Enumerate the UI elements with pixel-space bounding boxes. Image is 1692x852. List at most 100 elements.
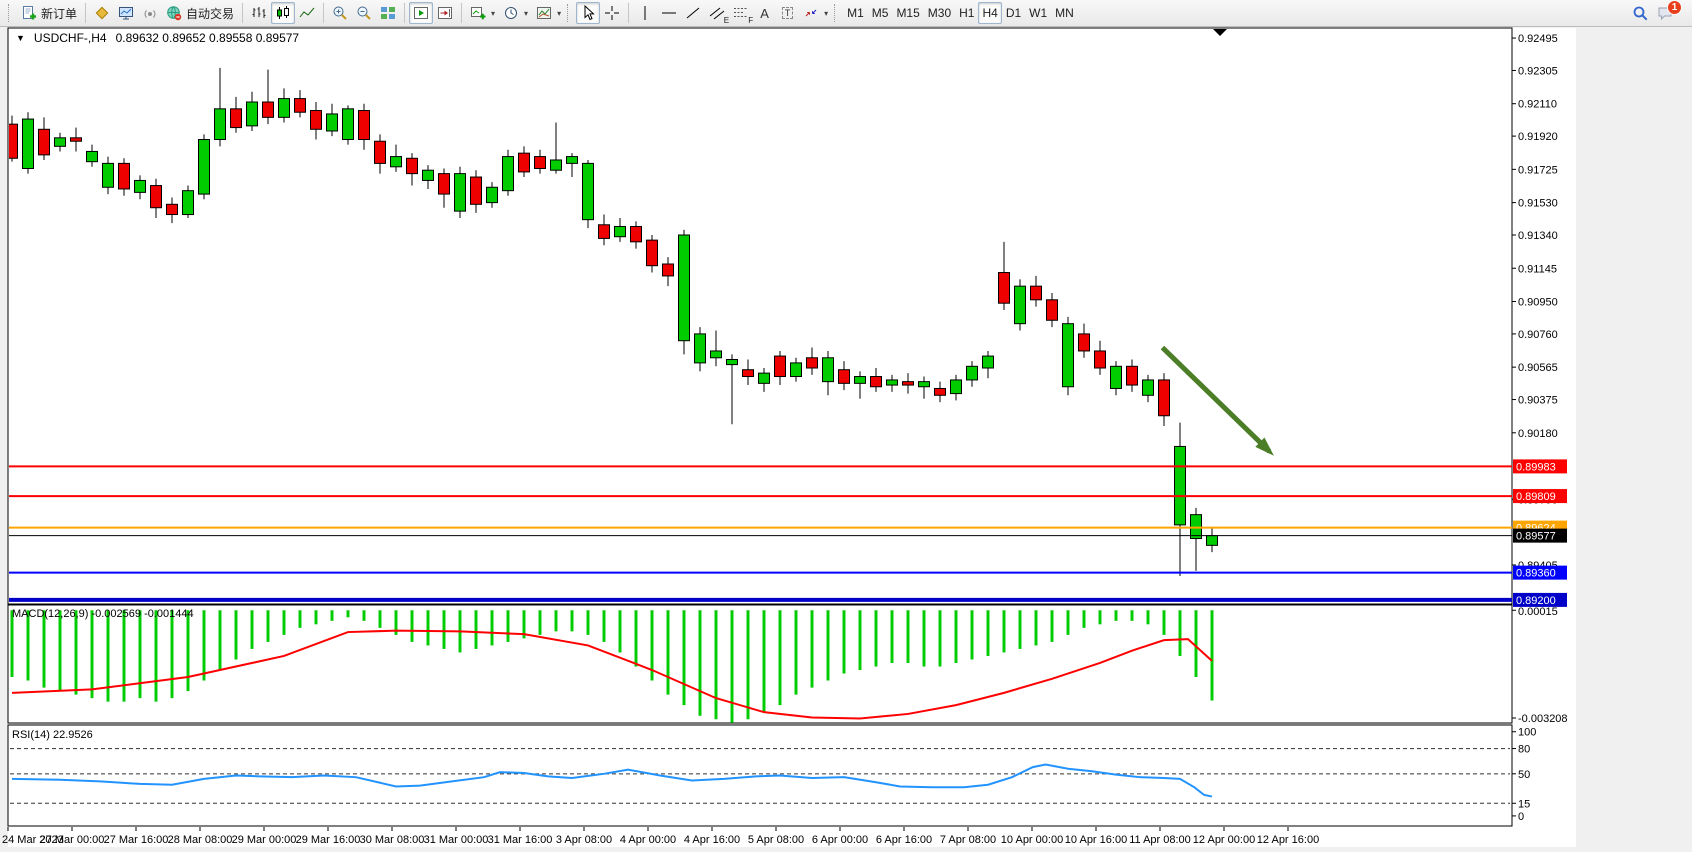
svg-text:0.92110: 0.92110 — [1518, 99, 1557, 111]
svg-text:27 Mar 16:00: 27 Mar 16:00 — [104, 834, 169, 846]
timeframe-label: H4 — [982, 6, 997, 20]
svg-text:0.92305: 0.92305 — [1518, 65, 1558, 77]
equidistant-channel-icon — [709, 5, 725, 21]
text-label-icon: T — [782, 7, 794, 19]
text-tool-icon: A — [760, 6, 769, 21]
svg-text:12 Apr 16:00: 12 Apr 16:00 — [1257, 834, 1319, 846]
svg-text:31 Mar 16:00: 31 Mar 16:00 — [488, 834, 553, 846]
svg-text:0.89809: 0.89809 — [1516, 491, 1556, 503]
toolbar-grip[interactable] — [567, 4, 571, 22]
bar-chart-icon — [251, 5, 267, 21]
chart-shift-icon — [437, 5, 453, 21]
timeframe-h4-button[interactable]: H4 — [978, 2, 1001, 24]
timeframe-label: MN — [1055, 6, 1074, 20]
templates-button[interactable]: ▾ — [532, 2, 565, 24]
channel-tool-button[interactable]: E — [705, 2, 729, 24]
svg-text:6 Apr 00:00: 6 Apr 00:00 — [812, 834, 868, 846]
svg-text:0.90760: 0.90760 — [1518, 329, 1558, 341]
timeframe-label: H1 — [959, 6, 974, 20]
toolbar-grip[interactable] — [834, 4, 838, 22]
svg-text:31 Mar 00:00: 31 Mar 00:00 — [424, 834, 489, 846]
gold-diamond-icon — [94, 5, 110, 21]
svg-text:6 Apr 16:00: 6 Apr 16:00 — [876, 834, 932, 846]
candlestick-mode-button[interactable] — [271, 2, 295, 24]
svg-text:0.89360: 0.89360 — [1516, 568, 1556, 580]
bar-chart-mode-button[interactable] — [247, 2, 271, 24]
autotrading-button[interactable]: 自动交易 — [162, 2, 238, 24]
vertical-line-icon — [637, 5, 653, 21]
search-button[interactable] — [1628, 2, 1653, 24]
tile-windows-icon — [380, 5, 396, 21]
svg-text:100: 100 — [1518, 727, 1536, 739]
timeframe-mn-button[interactable]: MN — [1051, 2, 1078, 24]
chevron-down-icon: ▾ — [524, 9, 528, 18]
auto-scroll-button[interactable] — [409, 2, 433, 24]
horizontal-line-tool-button[interactable] — [657, 2, 681, 24]
chart-canvas[interactable]: 0.924950.923050.921100.919200.917250.915… — [0, 0, 1692, 852]
auto-scroll-icon — [413, 5, 429, 21]
svg-text:0.91530: 0.91530 — [1518, 198, 1558, 210]
timeframe-label: M1 — [847, 6, 864, 20]
line-chart-icon — [299, 5, 315, 21]
trendline-tool-button[interactable] — [681, 2, 705, 24]
autotrading-globe-icon — [166, 5, 182, 21]
arrows-tool-button[interactable]: ▾ — [799, 2, 832, 24]
cursor-tool-button[interactable] — [576, 2, 600, 24]
toolbar-separator — [85, 3, 86, 23]
new-order-button[interactable]: 新订单 — [17, 2, 81, 24]
svg-text:0.91725: 0.91725 — [1518, 164, 1558, 176]
chart-title: ▼ USDCHF-,H4 0.89632 0.89652 0.89558 0.8… — [16, 31, 299, 45]
search-icon — [1632, 5, 1649, 22]
vertical-line-tool-button[interactable] — [633, 2, 657, 24]
timeframe-m5-button[interactable]: M5 — [868, 2, 893, 24]
data-window-button[interactable] — [114, 2, 138, 24]
svg-text:0.91145: 0.91145 — [1518, 263, 1557, 275]
toolbar: 新订单 自动交易 ▾ ▾ — [0, 0, 1692, 27]
chevron-down-icon: ▾ — [824, 9, 828, 18]
timeframe-d1-button[interactable]: D1 — [1002, 2, 1025, 24]
ohlc-values: 0.89632 0.89652 0.89558 0.89577 — [116, 31, 300, 45]
tile-windows-button[interactable] — [376, 2, 400, 24]
svg-text:0.90950: 0.90950 — [1518, 297, 1558, 309]
svg-text:0.90180: 0.90180 — [1518, 428, 1558, 440]
svg-text:4 Apr 00:00: 4 Apr 00:00 — [620, 834, 676, 846]
signal-broadcast-icon — [142, 5, 158, 21]
chevron-down-icon: ▾ — [491, 9, 495, 18]
toolbar-separator — [323, 3, 324, 23]
new-order-label: 新订单 — [41, 5, 77, 22]
zoom-out-button[interactable] — [352, 2, 376, 24]
text-tool-button[interactable]: A — [753, 2, 776, 24]
collapse-triangle-icon[interactable]: ▼ — [16, 33, 25, 43]
horizontal-line-icon — [661, 5, 677, 21]
timeframe-m30-button[interactable]: M30 — [924, 2, 955, 24]
indicators-button[interactable]: ▾ — [466, 2, 499, 24]
fibonacci-tool-button[interactable]: F — [729, 2, 753, 24]
svg-text:0.90375: 0.90375 — [1518, 395, 1558, 407]
periods-button[interactable]: ▾ — [499, 2, 532, 24]
market-watch-button[interactable] — [90, 2, 114, 24]
chart-shift-button[interactable] — [433, 2, 457, 24]
timeframe-label: M15 — [896, 6, 919, 20]
notifications-button[interactable]: 1 — [1653, 2, 1678, 24]
new-order-icon — [21, 5, 37, 21]
text-label-tool-button[interactable]: T — [776, 2, 799, 24]
svg-text:29 Mar 16:00: 29 Mar 16:00 — [296, 834, 361, 846]
signals-button[interactable] — [138, 2, 162, 24]
svg-text:4 Apr 16:00: 4 Apr 16:00 — [684, 834, 740, 846]
timeframe-m15-button[interactable]: M15 — [892, 2, 923, 24]
zoom-in-icon — [332, 5, 348, 21]
chart-surface[interactable] — [8, 28, 1512, 604]
timeframe-h1-button[interactable]: H1 — [955, 2, 978, 24]
svg-text:12 Apr 00:00: 12 Apr 00:00 — [1193, 834, 1255, 846]
toolbar-separator — [404, 3, 405, 23]
timeframe-w1-button[interactable]: W1 — [1025, 2, 1051, 24]
timeframe-m1-button[interactable]: M1 — [843, 2, 868, 24]
line-chart-mode-button[interactable] — [295, 2, 319, 24]
zoom-in-button[interactable] — [328, 2, 352, 24]
toolbar-grip[interactable] — [8, 4, 12, 22]
svg-text:7 Apr 08:00: 7 Apr 08:00 — [940, 834, 996, 846]
crosshair-tool-button[interactable] — [600, 2, 624, 24]
toolbar-separator — [461, 3, 462, 23]
fibonacci-icon — [733, 5, 749, 21]
svg-text:0.91340: 0.91340 — [1518, 230, 1558, 242]
